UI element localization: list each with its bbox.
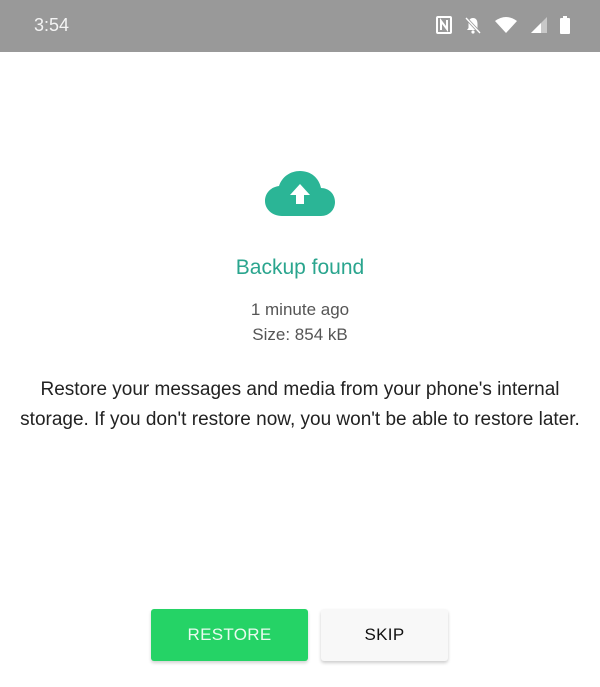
skip-button[interactable]: SKIP [321, 609, 448, 661]
battery-icon [560, 16, 570, 34]
status-icons [436, 15, 570, 35]
backup-found-title: Backup found [235, 256, 365, 279]
backup-time: 1 minute ago [250, 300, 350, 319]
restore-description: Restore your messages and media from you… [20, 379, 580, 430]
notifications-off-icon [464, 16, 482, 34]
nfc-icon [436, 16, 452, 34]
cloud-upload-icon [264, 170, 336, 218]
status-time: 3:54 [34, 15, 70, 35]
wifi-icon [494, 16, 518, 34]
status-bar: 3:54 [0, 0, 600, 52]
backup-size: Size: 854 kB [252, 325, 348, 344]
cellular-signal-icon [530, 16, 548, 34]
restore-button[interactable]: RESTORE [151, 609, 308, 661]
